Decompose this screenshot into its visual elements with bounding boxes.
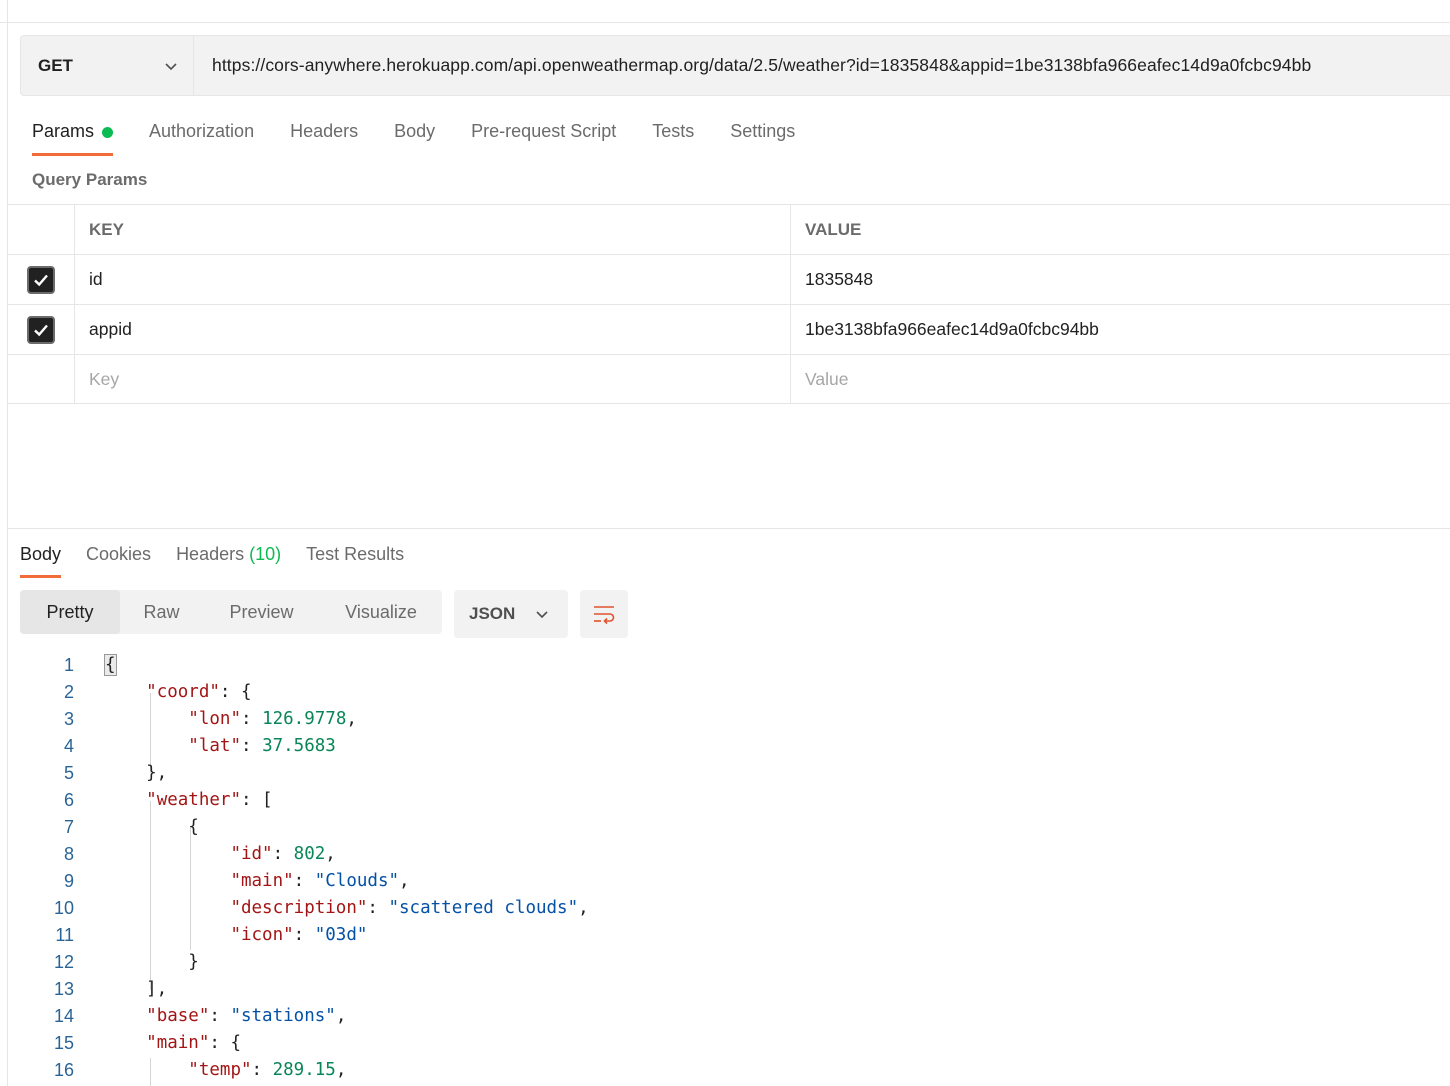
tab-authorization[interactable]: Authorization (149, 118, 254, 156)
code-line: 16 "temp": 289.15, (53, 1060, 347, 1080)
request-bar: GET https://cors-anywhere.herokuapp.com/… (20, 35, 1450, 96)
code-line: 14 "base": "stations", (53, 1006, 347, 1026)
mode-pretty[interactable]: Pretty (20, 590, 120, 634)
code-line: 13 ], (53, 979, 168, 999)
key-column-header: KEY (75, 205, 791, 254)
param-value-cell[interactable]: 1835848 (791, 255, 1450, 304)
format-mode-segmented: Pretty Raw Preview Visualize (20, 590, 442, 634)
code-line: 10 "description": "scattered clouds", (53, 898, 589, 918)
method-select[interactable]: GET (21, 36, 194, 95)
code-line: 8 "id": 802, (63, 844, 336, 864)
code-line: 4 "lat": 37.5683 (63, 736, 336, 756)
response-body-code[interactable]: 1{ 2 "coord": { 3 "lon": 126.9778, 4 "la… (0, 652, 1450, 1086)
headers-count: (10) (249, 544, 282, 564)
mode-preview[interactable]: Preview (203, 590, 320, 634)
wrap-lines-button[interactable] (580, 590, 628, 638)
language-select[interactable]: JSON (454, 590, 568, 638)
request-tabs: Params Authorization Headers Body Pre-re… (32, 118, 831, 158)
code-line: 1{ (63, 654, 117, 676)
checkmark-icon (34, 274, 48, 286)
chevron-down-icon (536, 611, 548, 619)
param-value-cell[interactable]: 1be3138bfa966eafec14d9a0fcbc94bb (791, 305, 1450, 354)
code-line: 15 "main": { (53, 1033, 241, 1053)
code-line: 3 "lon": 126.9778, (63, 709, 357, 729)
code-line: 2 "coord": { (63, 682, 252, 702)
code-line: 9 "main": "Clouds", (63, 871, 410, 891)
table-row: appid 1be3138bfa966eafec14d9a0fcbc94bb (8, 304, 1450, 354)
new-key-input[interactable]: Key (75, 355, 791, 403)
query-params-title: Query Params (32, 170, 148, 189)
tab-pre-request-script[interactable]: Pre-request Script (471, 118, 616, 156)
method-label: GET (38, 55, 73, 75)
language-label: JSON (469, 604, 516, 623)
tab-test-results[interactable]: Test Results (306, 541, 404, 578)
url-input[interactable]: https://cors-anywhere.herokuapp.com/api.… (194, 36, 1450, 95)
tab-response-headers[interactable]: Headers (10) (176, 541, 281, 578)
tab-response-body[interactable]: Body (20, 541, 62, 578)
tab-headers[interactable]: Headers (290, 118, 358, 156)
response-tabs: Body Cookies Headers (10) Test Results (20, 541, 429, 578)
new-value-input[interactable]: Value (791, 355, 1450, 403)
code-line: 5 }, (63, 763, 168, 783)
checkmark-icon (34, 324, 48, 336)
table-row: id 1835848 (8, 254, 1450, 304)
tab-params[interactable]: Params (32, 118, 114, 156)
code-line: 12 } (53, 952, 199, 972)
chevron-down-icon (165, 62, 177, 70)
tab-cookies[interactable]: Cookies (86, 541, 151, 578)
param-key-cell[interactable]: appid (75, 305, 791, 354)
value-column-header: VALUE (805, 219, 862, 239)
wrap-lines-icon (594, 606, 615, 625)
tab-tests[interactable]: Tests (652, 118, 694, 156)
code-line: 6 "weather": [ (63, 790, 273, 810)
code-line: 7 { (63, 817, 199, 837)
table-row-empty: Key Value (8, 354, 1450, 404)
table-header-row: KEY VALUE (8, 204, 1450, 254)
tab-settings[interactable]: Settings (730, 118, 795, 156)
param-checkbox[interactable] (27, 315, 55, 344)
mode-visualize[interactable]: Visualize (320, 590, 442, 634)
top-divider (0, 22, 1450, 23)
code-line: 11 "icon": "03d" (55, 925, 368, 945)
mode-raw[interactable]: Raw (120, 590, 203, 634)
pane-splitter[interactable] (8, 528, 1450, 529)
param-checkbox[interactable] (27, 265, 55, 294)
query-params-table: KEY VALUE id 1835848 appid 1be3138bfa966… (8, 204, 1450, 404)
param-key-cell[interactable]: id (75, 255, 791, 304)
tab-body[interactable]: Body (394, 118, 435, 156)
params-active-dot (102, 127, 114, 138)
